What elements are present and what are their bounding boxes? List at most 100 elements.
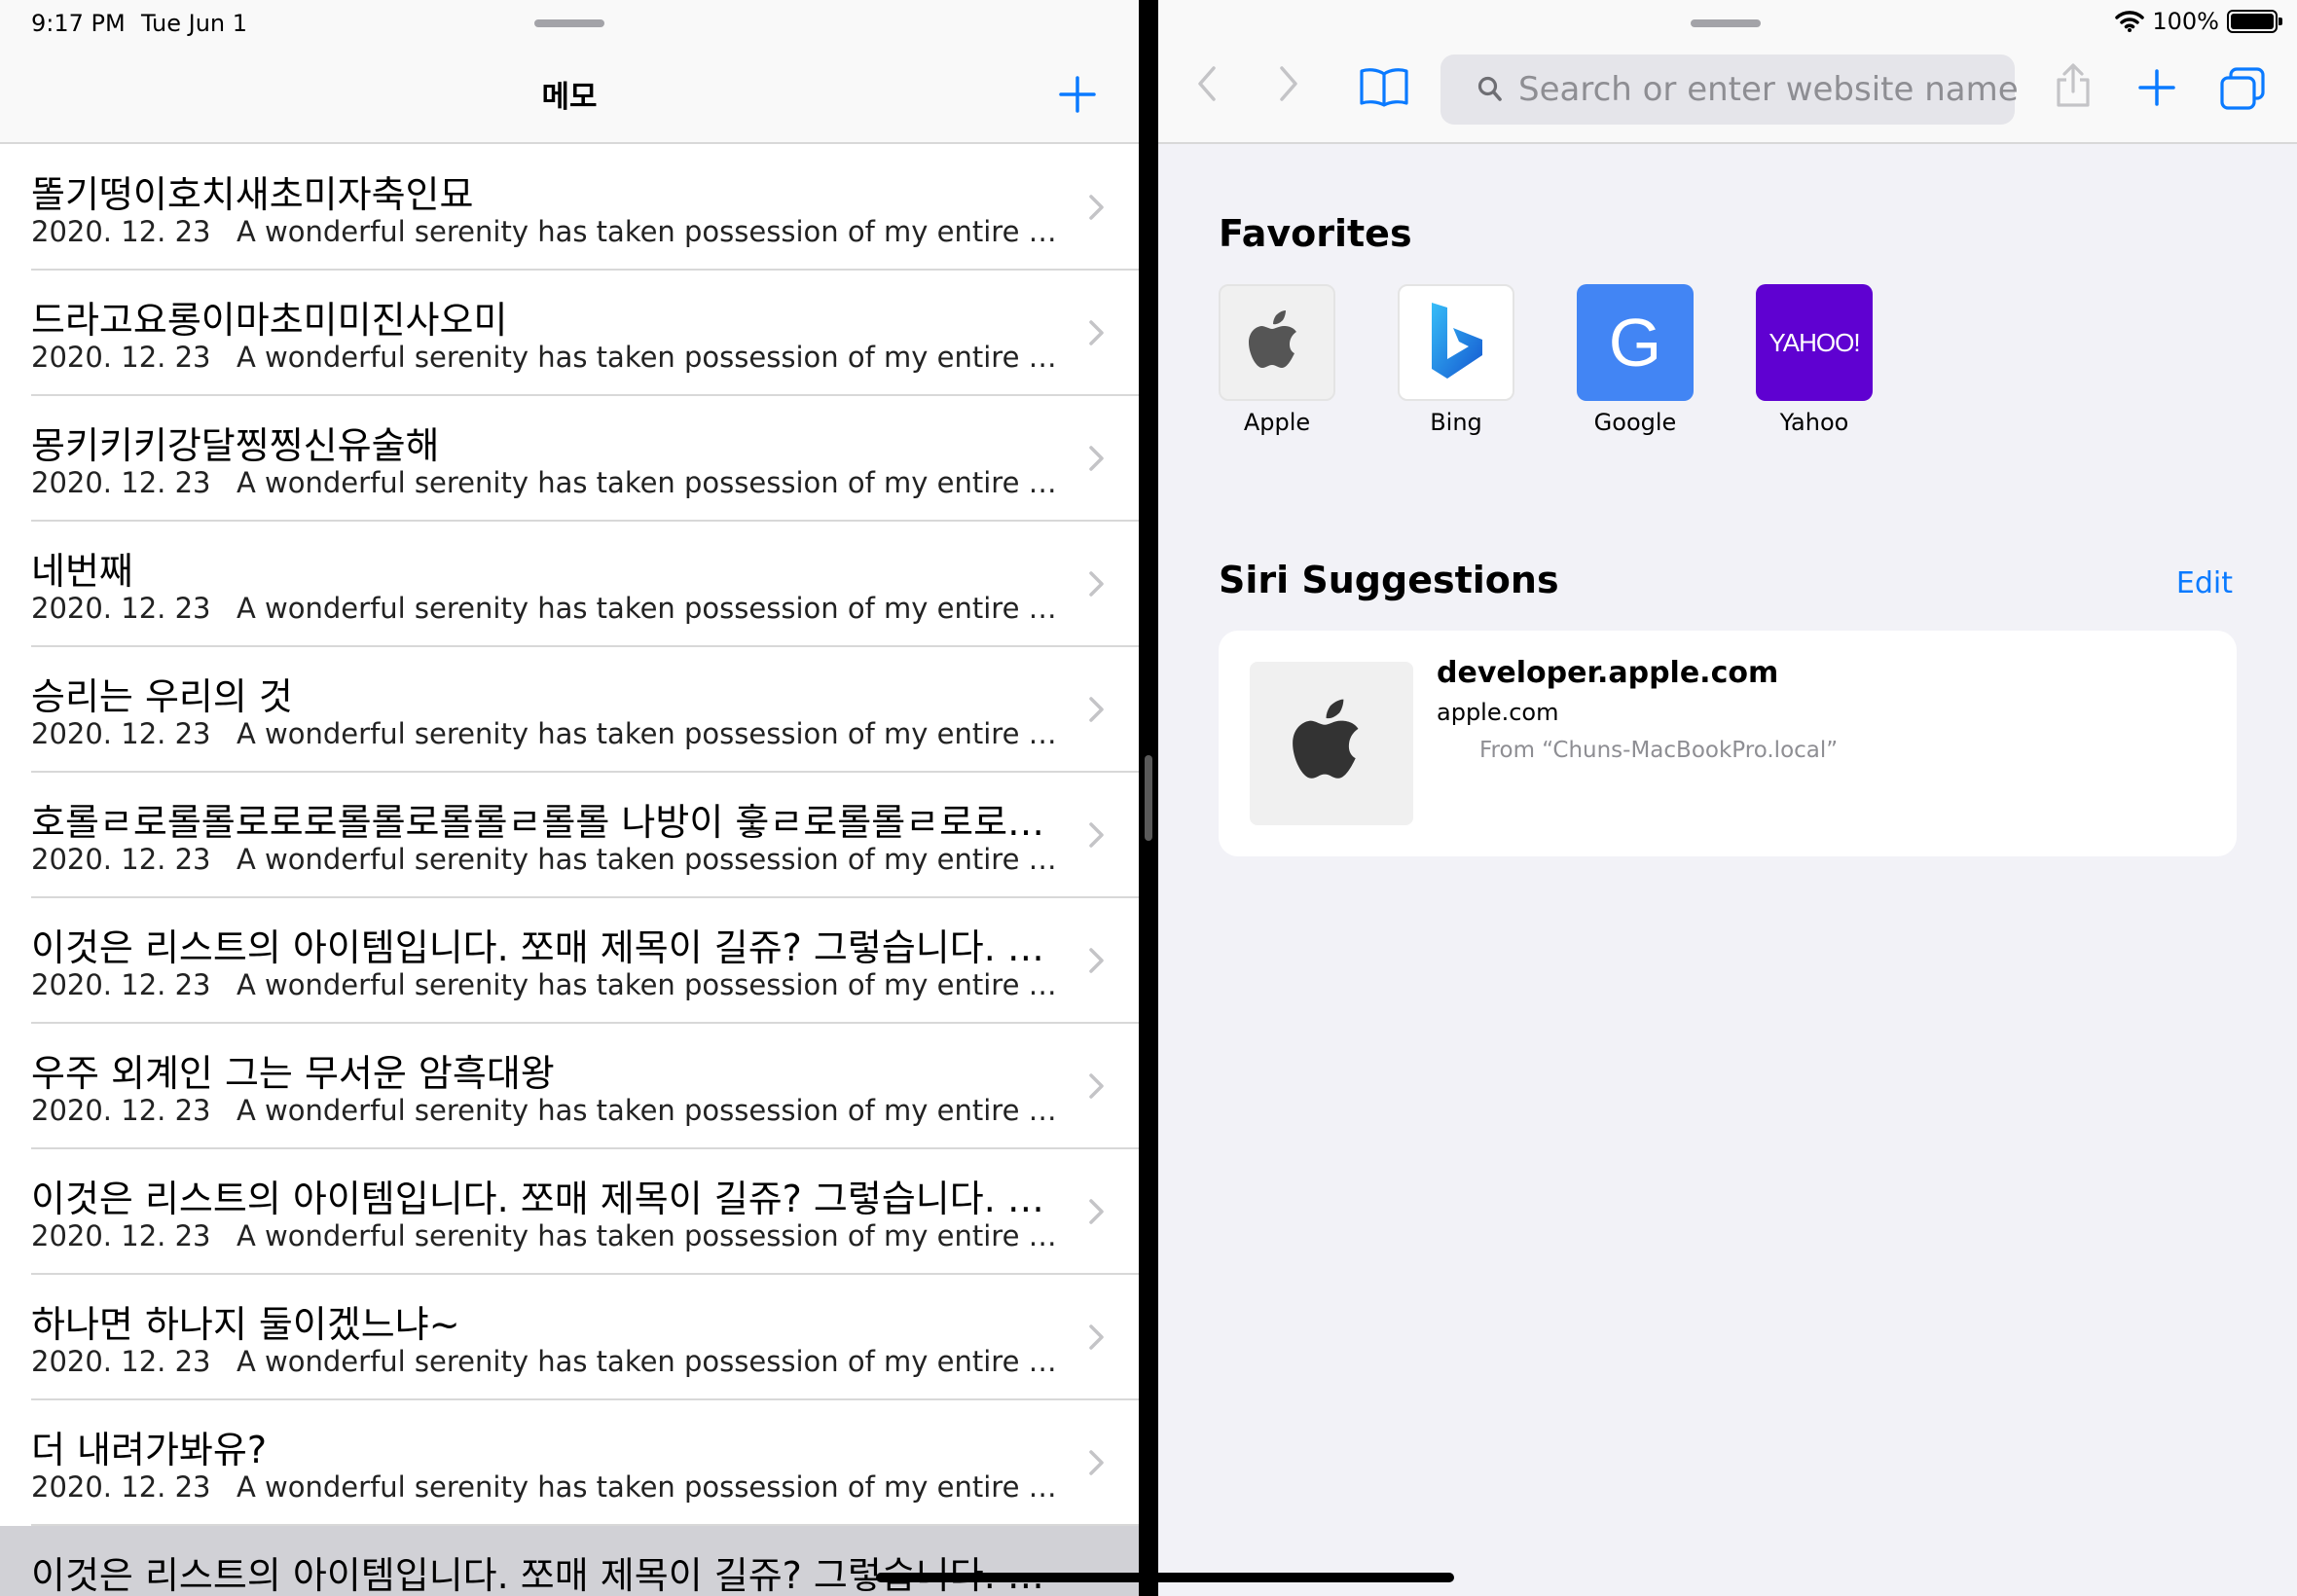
memo-title: 승리는 우리의 것 [31, 675, 293, 718]
chevron-right-icon [1089, 1199, 1104, 1224]
favorites-heading: Favorites [1219, 212, 1412, 255]
status-bar-right: 100% [2115, 8, 2282, 35]
memo-date: 2020. 12. 23 [31, 1219, 211, 1252]
safari-pane: 100% Search or enter website name Favori… [1158, 0, 2297, 1596]
chevron-right-icon [1089, 822, 1104, 848]
memo-list: 똘기떵이호치새초미자축인묘 2020. 12. 23 A wonderful s… [0, 145, 1139, 1596]
forward-button[interactable] [1277, 64, 1300, 103]
memo-preview: A wonderful serenity has taken possessio… [237, 592, 1066, 625]
favorite-label: Google [1593, 409, 1677, 436]
memo-row[interactable]: 드라고요롱이마초미미진사오미 2020. 12. 23 A wonderful … [0, 271, 1139, 396]
new-tab-button[interactable] [2137, 68, 2176, 107]
chevron-right-icon [1089, 948, 1104, 973]
memo-preview: A wonderful serenity has taken possessio… [237, 1094, 1066, 1127]
suggestion-domain: apple.com [1437, 699, 1559, 726]
memo-preview: A wonderful serenity has taken possessio… [237, 215, 1066, 248]
favorite-google[interactable]: G [1577, 284, 1694, 401]
memo-title: 더 내려가봐유? [31, 1429, 268, 1471]
chevron-right-icon [1089, 195, 1104, 220]
memo-row[interactable]: 하나면 하나지 둘이겠느냐~ 2020. 12. 23 A wonderful … [0, 1275, 1139, 1400]
google-logo-icon: G [1608, 305, 1662, 381]
memo-date: 2020. 12. 23 [31, 843, 211, 876]
search-placeholder: Search or enter website name [1518, 70, 2019, 109]
siri-suggestions-heading: Siri Suggestions [1219, 559, 1559, 601]
memo-title: 하나면 하나지 둘이겠느냐~ [31, 1303, 460, 1346]
memo-row[interactable]: 똘기떵이호치새초미자축인묘 2020. 12. 23 A wonderful s… [0, 145, 1139, 271]
apple-logo-icon [1293, 699, 1359, 779]
memo-row[interactable]: 우주 외계인 그는 무서운 암흑대왕 2020. 12. 23 A wonder… [0, 1024, 1139, 1149]
memo-row[interactable]: 몽키키키강달찡찡신유술해 2020. 12. 23 A wonderful se… [0, 396, 1139, 522]
memo-date: 2020. 12. 23 [31, 592, 211, 625]
safari-toolbar: 100% Search or enter website name [1158, 0, 2297, 144]
battery-percent: 100% [2152, 8, 2219, 35]
home-indicator[interactable] [876, 1573, 1454, 1582]
memo-preview: A wonderful serenity has taken possessio… [237, 466, 1066, 499]
memo-date: 2020. 12. 23 [31, 466, 211, 499]
memo-row[interactable]: 이것은 리스트의 아이템입니다. 쪼매 제목이 길쥬? 그렇습니다. 그… 20… [0, 1149, 1139, 1275]
memo-preview: A wonderful serenity has taken possessio… [237, 341, 1066, 374]
status-date: Tue Jun 1 [141, 10, 248, 37]
memo-row[interactable]: 승리는 우리의 것 2020. 12. 23 A wonderful seren… [0, 647, 1139, 773]
chevron-right-icon [1089, 697, 1104, 722]
page-title: 메모 [541, 80, 598, 115]
favorite-yahoo[interactable]: YAHOO! [1756, 284, 1873, 401]
chevron-right-icon [1089, 1324, 1104, 1350]
memo-preview: A wonderful serenity has taken possessio… [237, 843, 1066, 876]
memo-preview: A wonderful serenity has taken possessio… [237, 1345, 1066, 1378]
memo-date: 2020. 12. 23 [31, 215, 211, 248]
memo-title: 호롤ㄹ로롤롤로로로롤롤로롤롤ㄹ롤롤 나방이 훟ㄹ로롤롤ㄹ로로로… [31, 801, 1053, 844]
wifi-icon [2115, 11, 2145, 32]
memo-date: 2020. 12. 23 [31, 968, 211, 1001]
memo-date: 2020. 12. 23 [31, 341, 211, 374]
memo-date: 2020. 12. 23 [31, 1345, 211, 1378]
multitasking-grabber[interactable] [534, 19, 604, 27]
memo-row[interactable]: 이것은 리스트의 아이템입니다. 쪼매 제목이 길쥬? 그렇습니다. 그… 20… [0, 898, 1139, 1024]
battery-icon [2227, 10, 2282, 33]
favorite-label: Bing [1430, 409, 1482, 436]
siri-suggestion-card[interactable]: developer.apple.com apple.com From “Chun… [1219, 631, 2237, 856]
chevron-right-icon [1089, 1073, 1104, 1099]
memo-title: 네번째 [31, 550, 133, 593]
memo-date: 2020. 12. 23 [31, 1470, 211, 1504]
tabs-overview-button[interactable] [2219, 66, 2266, 111]
memo-title: 드라고요롱이마초미미진사오미 [31, 299, 508, 342]
memo-title: 몽키키키강달찡찡신유술해 [31, 424, 440, 467]
memo-title: 이것은 리스트의 아이템입니다. 쪼매 제목이 길쥬? 그렇습니다. 그… [31, 1554, 1053, 1596]
apple-logo-icon [1249, 310, 1296, 368]
add-memo-button[interactable] [1057, 74, 1098, 115]
memo-row-selected[interactable]: 이것은 리스트의 아이템입니다. 쪼매 제목이 길쥬? 그렇습니다. 그… [0, 1526, 1139, 1596]
share-button[interactable] [2054, 62, 2093, 109]
back-button[interactable] [1195, 64, 1219, 103]
memo-row[interactable]: 네번째 2020. 12. 23 A wonderful serenity ha… [0, 522, 1139, 647]
favorite-label: Yahoo [1779, 409, 1849, 436]
memo-date: 2020. 12. 23 [31, 1094, 211, 1127]
memo-title: 우주 외계인 그는 무서운 암흑대왕 [31, 1052, 555, 1095]
yahoo-logo-icon: YAHOO! [1768, 327, 1860, 357]
chevron-right-icon [1089, 571, 1104, 597]
multitasking-grabber[interactable] [1691, 19, 1761, 27]
memo-title: 이것은 리스트의 아이템입니다. 쪼매 제목이 길쥬? 그렇습니다. 그… [31, 1178, 1053, 1220]
suggestion-source: From “Chuns-MacBookPro.local” [1479, 738, 1839, 763]
memo-row[interactable]: 호롤ㄹ로롤롤로로로롤롤로롤롤ㄹ롤롤 나방이 훟ㄹ로롤롤ㄹ로로로… 2020. 1… [0, 773, 1139, 898]
memo-title: 이것은 리스트의 아이템입니다. 쪼매 제목이 길쥬? 그렇습니다. 그… [31, 926, 1053, 969]
memo-title: 똘기떵이호치새초미자축인묘 [31, 173, 474, 216]
memo-app-pane: 9:17 PM Tue Jun 1 메모 똘기떵이호치새초미자축인묘 2020.… [0, 0, 1139, 1596]
favorite-bing[interactable] [1398, 284, 1514, 401]
search-input[interactable]: Search or enter website name [1440, 54, 2019, 125]
memo-date: 2020. 12. 23 [31, 717, 211, 750]
favorite-apple[interactable] [1219, 284, 1335, 401]
divider-handle[interactable] [1145, 755, 1152, 841]
memo-preview: A wonderful serenity has taken possessio… [237, 1219, 1066, 1252]
memo-nav-bar: 9:17 PM Tue Jun 1 메모 [0, 0, 1139, 144]
edit-button[interactable]: Edit [2176, 566, 2233, 600]
status-time: 9:17 PM [31, 10, 126, 37]
bing-logo-icon [1432, 303, 1482, 379]
suggestion-thumbnail [1250, 662, 1413, 825]
chevron-right-icon [1089, 446, 1104, 471]
bookmarks-button[interactable] [1359, 66, 1409, 107]
memo-row[interactable]: 더 내려가봐유? 2020. 12. 23 A wonderful sereni… [0, 1400, 1139, 1526]
favorite-label: Apple [1243, 409, 1311, 436]
memo-preview: A wonderful serenity has taken possessio… [237, 968, 1066, 1001]
split-view-divider[interactable] [1139, 0, 1158, 1596]
chevron-right-icon [1089, 1450, 1104, 1475]
